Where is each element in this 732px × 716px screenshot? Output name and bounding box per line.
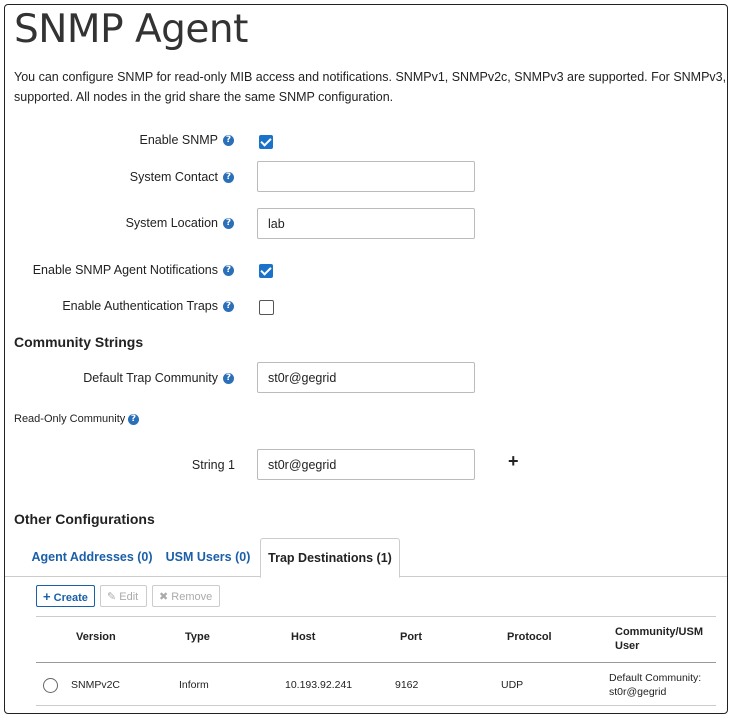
help-icon[interactable]: ? <box>223 218 234 229</box>
edit-button[interactable]: ✎ Edit <box>100 585 147 607</box>
create-button-label: Create <box>53 592 88 604</box>
help-icon[interactable]: ? <box>223 135 234 146</box>
column-header-protocol: Protocol <box>507 631 552 643</box>
column-header-community-line-1: Community/USM <box>615 626 703 638</box>
plus-icon: + <box>43 589 51 604</box>
tab-agent-addresses[interactable]: Agent Addresses (0) <box>27 538 157 576</box>
cell-host: 10.193.92.241 <box>285 679 353 691</box>
column-header-port: Port <box>400 631 422 643</box>
x-icon: ✖ <box>159 591 169 603</box>
system-contact-field[interactable] <box>257 161 475 192</box>
system-location-label: System Location <box>125 216 218 230</box>
page-description: You can configure SNMP for read-only MIB… <box>14 67 728 107</box>
other-configurations-heading: Other Configurations <box>14 511 155 527</box>
cell-protocol: UDP <box>501 679 524 691</box>
add-string-button[interactable]: + <box>508 451 519 472</box>
cell-version: SNMPv2C <box>71 679 121 691</box>
enable-snmp-label: Enable SNMP <box>139 133 218 147</box>
cell-community-line-2: st0r@gegrid <box>609 686 667 698</box>
table-header-divider <box>36 662 716 663</box>
read-only-community-label: Read-Only Community <box>14 413 126 425</box>
remove-button-label: Remove <box>171 591 213 603</box>
system-contact-label: System Contact <box>129 170 218 184</box>
config-tabs: Agent Addresses (0) USM Users (0) Trap D… <box>5 538 727 578</box>
table-top-divider <box>36 616 716 617</box>
tab-usm-users[interactable]: USM Users (0) <box>163 538 253 576</box>
description-line-2: supported. All nodes in the grid share t… <box>14 90 394 104</box>
enable-notifications-checkbox[interactable] <box>259 264 273 278</box>
community-strings-heading: Community Strings <box>14 334 144 350</box>
cell-community: Default Community: st0r@gegrid <box>609 671 701 699</box>
edit-button-label: Edit <box>119 591 139 603</box>
row-select-radio[interactable] <box>43 678 58 693</box>
remove-button[interactable]: ✖ Remove <box>152 585 220 607</box>
help-icon[interactable]: ? <box>223 301 234 312</box>
table-row-divider <box>36 705 716 706</box>
column-header-community-line-2: User <box>615 640 640 652</box>
column-header-community: Community/USM User <box>615 625 703 653</box>
column-header-host: Host <box>291 631 316 643</box>
description-line-1: You can configure SNMP for read-only MIB… <box>14 70 728 84</box>
tab-trap-destinations[interactable]: Trap Destinations (1) <box>260 538 400 578</box>
enable-auth-traps-checkbox[interactable] <box>259 300 274 315</box>
cell-community-line-1: Default Community: <box>609 672 702 684</box>
enable-snmp-checkbox[interactable] <box>259 135 273 149</box>
help-icon[interactable]: ? <box>128 414 139 425</box>
help-icon[interactable]: ? <box>223 172 234 183</box>
pencil-icon: ✎ <box>107 591 117 603</box>
string-1-field[interactable]: st0r@gegrid <box>257 449 475 480</box>
help-icon[interactable]: ? <box>223 265 234 276</box>
cell-type: Inform <box>179 679 209 691</box>
create-button[interactable]: + Create <box>36 585 95 607</box>
enable-notifications-label: Enable SNMP Agent Notifications <box>32 263 218 277</box>
cell-port: 9162 <box>395 679 419 691</box>
page-title: SNMP Agent <box>14 7 248 52</box>
column-header-type: Type <box>185 631 210 643</box>
system-location-field[interactable]: lab <box>257 208 475 239</box>
snmp-agent-page: SNMP Agent You can configure SNMP for re… <box>4 4 728 714</box>
default-trap-community-field[interactable]: st0r@gegrid <box>257 362 475 393</box>
string-1-label: String 1 <box>191 458 235 472</box>
help-icon[interactable]: ? <box>223 373 234 384</box>
default-trap-community-label: Default Trap Community <box>83 371 218 385</box>
enable-auth-traps-label: Enable Authentication Traps <box>62 299 218 313</box>
column-header-version: Version <box>76 631 116 643</box>
